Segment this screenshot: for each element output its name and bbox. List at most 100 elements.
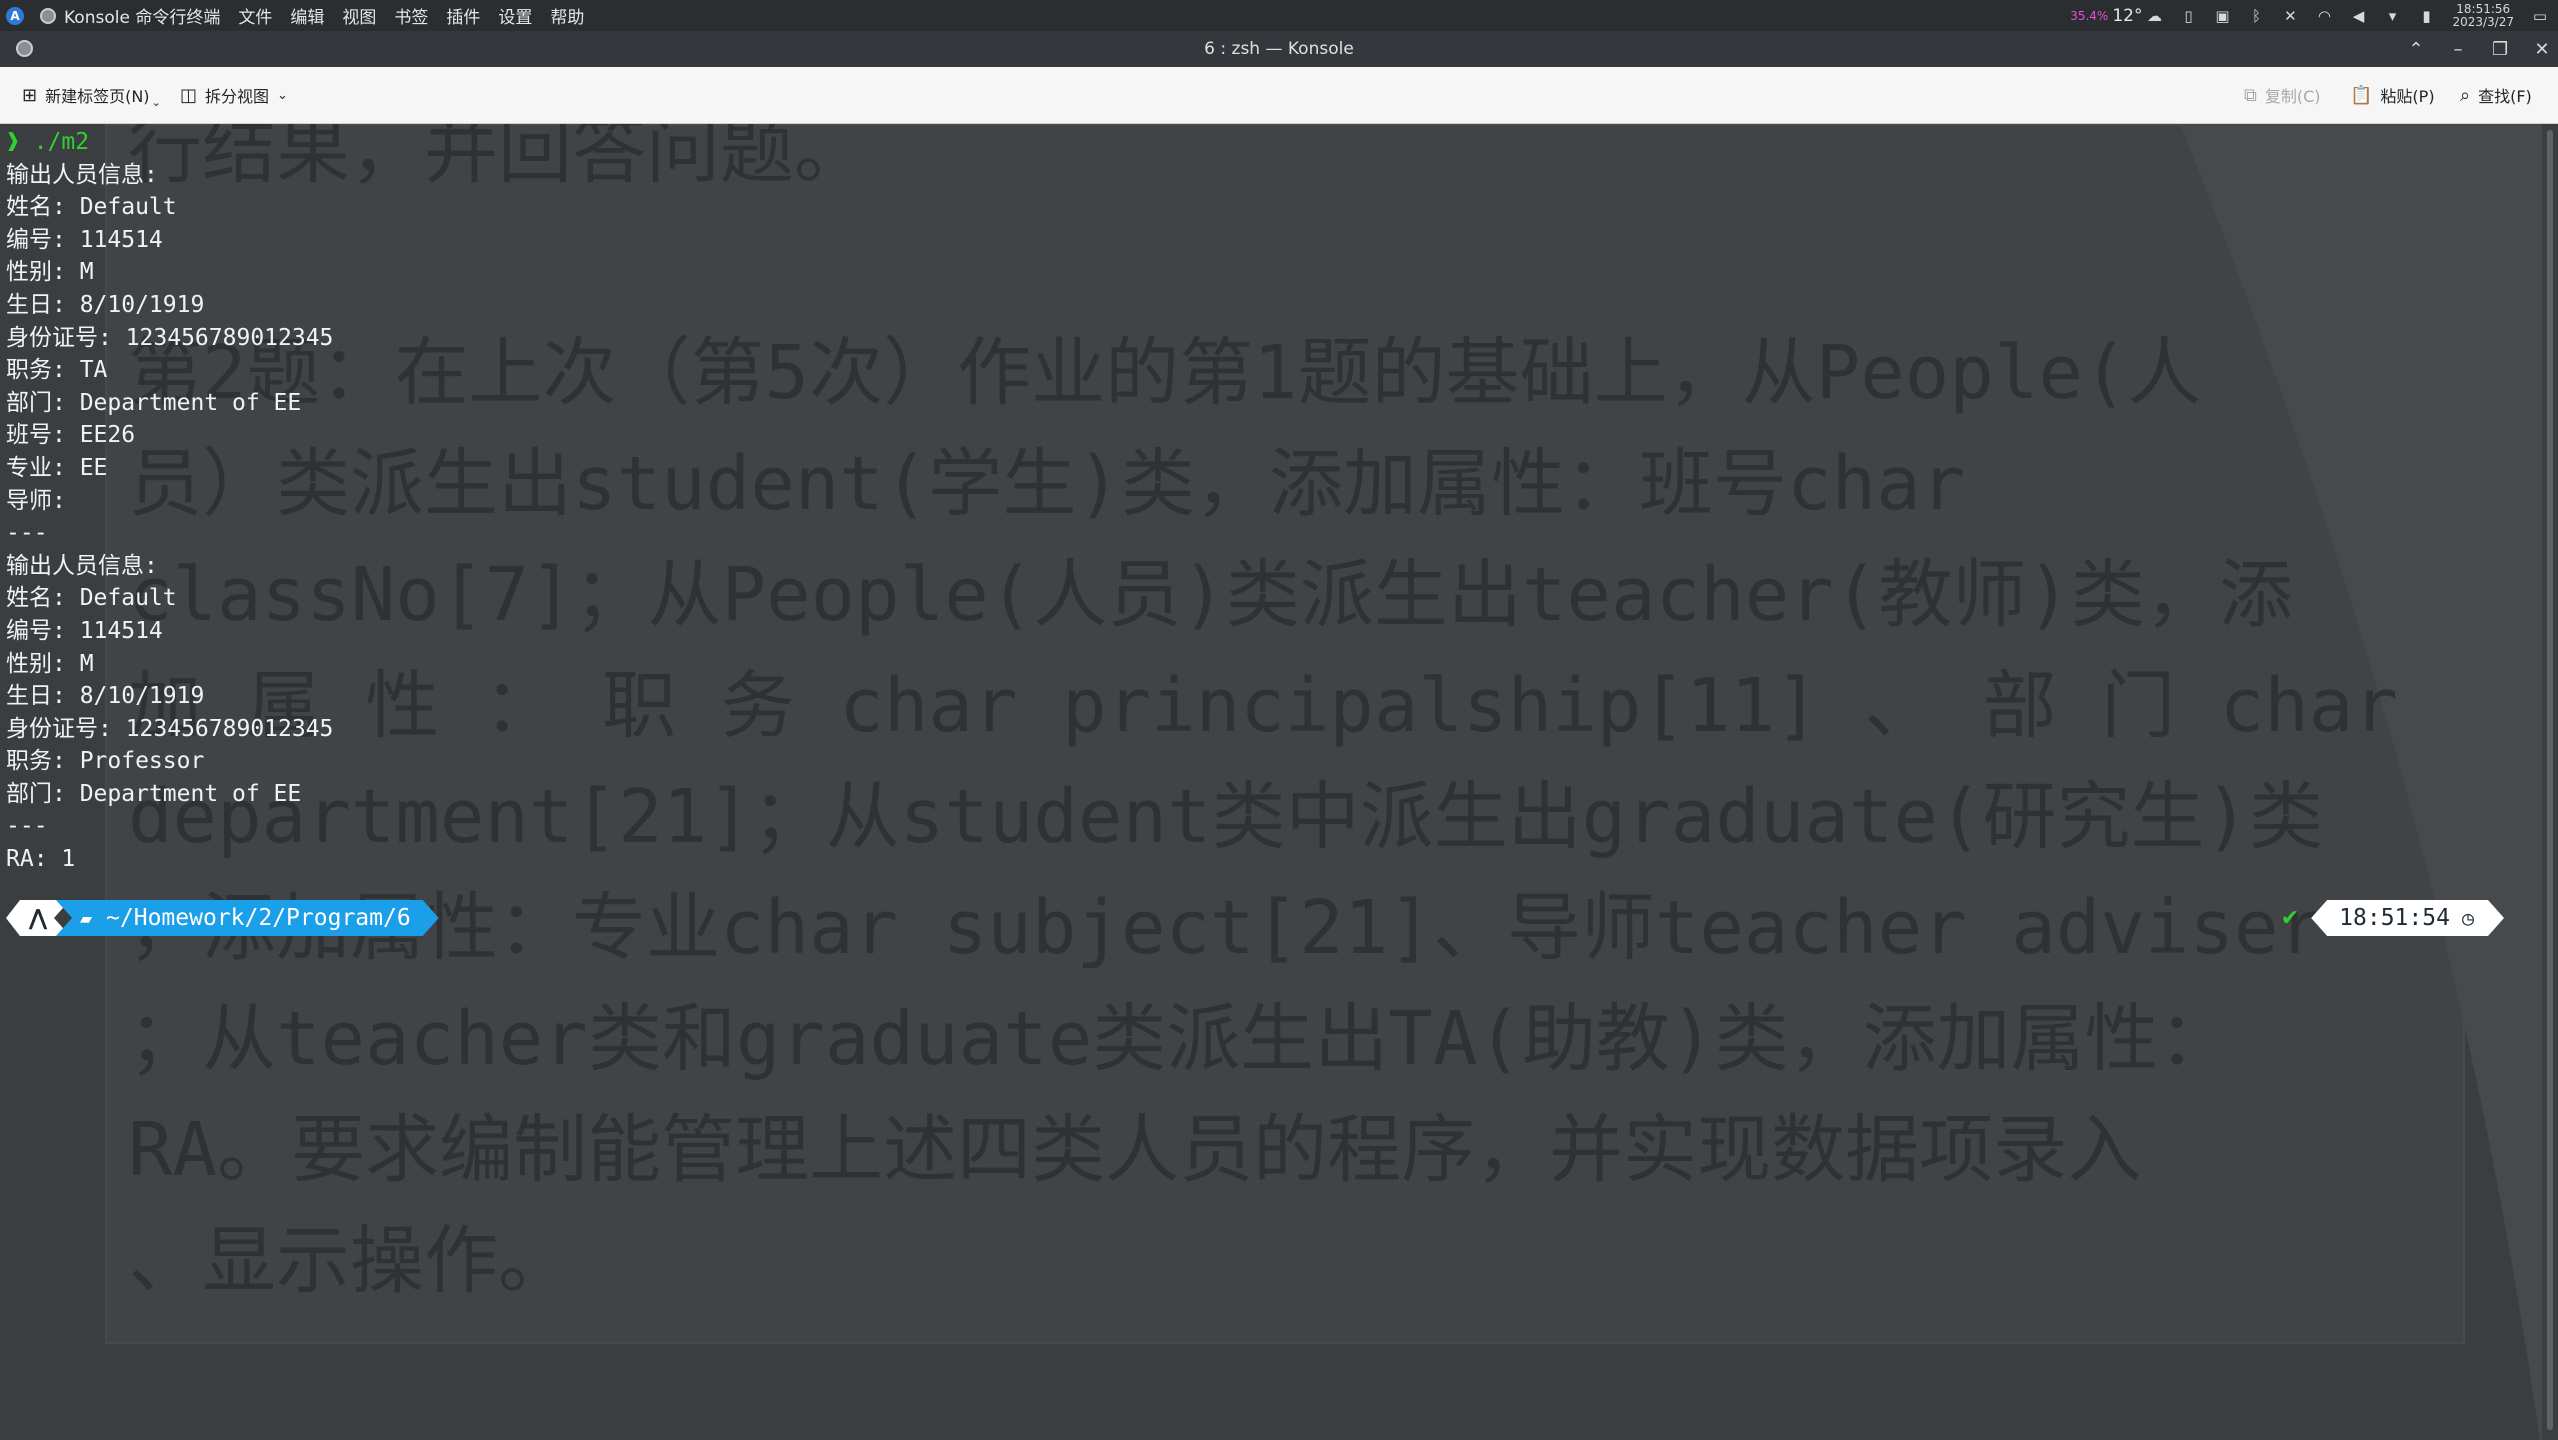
new-tab-label: 新建标签页(N) — [45, 87, 150, 106]
copy-label: 复制(C) — [2264, 87, 2321, 106]
background-text-line: RA。要求编制能管理上述四类人员的程序，并实现数据项录入 — [128, 1107, 2142, 1193]
cloud-icon: ☁ — [2146, 6, 2162, 25]
new-tab-dropdown-icon[interactable]: ⌄ — [152, 96, 161, 109]
terminal-output-line: 部门: Department of EE — [6, 389, 302, 416]
weather-percent: 35.4% — [2070, 8, 2109, 23]
paste-button[interactable]: 📋 粘贴(P) — [2350, 67, 2435, 123]
terminal-output-line: RA: 1 — [6, 846, 76, 873]
terminal-scrollbar[interactable] — [2542, 124, 2558, 1440]
terminal-output-line: 性别: M — [6, 259, 94, 286]
battery-icon[interactable]: ▮ — [2418, 8, 2434, 23]
menu-settings[interactable]: 设置 — [498, 3, 532, 28]
weather-widget[interactable]: 35.4% 12° ☁ — [2070, 6, 2162, 26]
background-text-line: ；从teacher类和graduate类派生出TA(助教)类，添加属性： — [128, 996, 2233, 1082]
clock-icon: ◷ — [2461, 906, 2474, 930]
terminal-output-line: --- — [6, 813, 48, 840]
temperature: 12° — [2112, 5, 2143, 26]
terminal-output-line: 班号: EE26 — [6, 422, 136, 449]
terminal-output-line: 身份证号: 123456789012345 — [6, 324, 334, 351]
microphone-muted-icon[interactable]: ✕ — [2282, 8, 2298, 23]
split-view-button[interactable]: ◫ 拆分视图 ⌄ — [180, 67, 288, 123]
prompt-right: ✔ 18:51:54 ◷ — [2281, 900, 2504, 936]
clock-date: 2023/3/27 — [2452, 14, 2514, 29]
clock-time: 18:51:56 — [2456, 1, 2511, 16]
copy-button[interactable]: ⧉ 复制(C) — [2244, 67, 2321, 123]
konsole-app-icon — [40, 7, 56, 24]
wifi-icon[interactable]: ◠ — [2316, 8, 2332, 23]
prompt-time: 18:51:54 ◷ — [2311, 900, 2504, 936]
split-view-icon: ◫ — [180, 84, 198, 106]
menu-file[interactable]: 文件 — [238, 3, 272, 28]
success-check-icon: ✔ — [2280, 905, 2300, 931]
scrollbar-thumb[interactable] — [2547, 130, 2553, 1430]
terminal-view[interactable]: 行结果，并回答问题。 第2题：在上次（第5次）作业的第1题的基础上，从Peopl… — [0, 124, 2542, 1440]
menu-view[interactable]: 视图 — [342, 3, 376, 28]
prompt-left: ⋀ ▰ ~/Homework/2/Program/6 — [6, 900, 439, 936]
terminal-output-line: 编号: 114514 — [6, 617, 163, 644]
terminal-output-line: 姓名: Default — [6, 585, 177, 612]
terminal-output-line: 导师: — [6, 487, 66, 514]
window-menu-icon[interactable] — [16, 40, 33, 57]
window-controls: ⌃ – ❐ ✕ — [2408, 31, 2550, 67]
find-button[interactable]: ⌕ 查找(F) — [2460, 67, 2532, 123]
window-titlebar[interactable]: 6 : zsh — Konsole ⌃ – ❐ ✕ — [0, 31, 2558, 67]
active-app-name: Konsole 命令行终端 — [64, 8, 221, 28]
background-text-line: ，添加属性：专业char subject[21]、导师teacher advis… — [128, 885, 2324, 971]
terminal-output-line: 姓名: Default — [6, 194, 177, 221]
menu-bookmarks[interactable]: 书签 — [394, 3, 428, 28]
terminal-output-line: 专业: EE — [6, 454, 108, 481]
clipboard-icon[interactable]: ▯ — [2180, 8, 2196, 23]
window-title: 6 : zsh — Konsole — [1204, 39, 1354, 59]
prompt-directory: ▰ ~/Homework/2/Program/6 — [56, 900, 439, 936]
terminal-command: ❱ ./m2 — [6, 129, 90, 155]
copy-icon: ⧉ — [2244, 84, 2257, 106]
background-text-line: 、显示操作。 — [128, 1218, 572, 1304]
folder-icon: ▰ — [80, 906, 93, 930]
new-tab-icon: ⊞ — [22, 84, 38, 106]
find-label: 查找(F) — [2478, 87, 2532, 106]
terminal-output-lines: 输出人员信息: 姓名: Default 编号: 114514 性别: M 生日:… — [6, 162, 333, 872]
terminal-output-line: 部门: Department of EE — [6, 780, 302, 807]
menu-edit[interactable]: 编辑 — [290, 3, 324, 28]
terminal-output-line: 性别: M — [6, 650, 94, 677]
paste-label: 粘贴(P) — [2380, 87, 2435, 106]
show-desktop-icon[interactable]: ▭ — [2532, 8, 2548, 23]
menu-help[interactable]: 帮助 — [550, 3, 584, 28]
display-icon[interactable]: ▣ — [2214, 8, 2230, 23]
terminal-output-line: 输出人员信息: — [6, 552, 158, 579]
terminal-output: ❱ ./m2 输出人员信息: 姓名: Default 编号: 114514 性别… — [6, 126, 333, 876]
terminal-output-line: 身份证号: 123456789012345 — [6, 715, 334, 742]
terminal-output-line: 输出人员信息: — [6, 161, 158, 188]
terminal-output-line: 职务: TA — [6, 357, 108, 384]
background-text-line — [128, 207, 2458, 318]
search-icon: ⌕ — [2460, 84, 2471, 106]
terminal-output-line: 生日: 8/10/1919 — [6, 683, 205, 710]
system-tray: 35.4% 12° ☁ ▯ ▣ ᛒ ✕ ◠ ◀ ▾ ▮ 18:51:56 202… — [2070, 0, 2548, 31]
new-tab-button[interactable]: ⊞ 新建标签页(N) ⌄ — [22, 67, 161, 123]
terminal-output-line: 生日: 8/10/1919 — [6, 291, 205, 318]
background-text-line: 行结果，并回答问题。 — [128, 124, 868, 194]
close-icon[interactable]: ✕ — [2534, 39, 2550, 60]
keep-above-icon[interactable]: ⌃ — [2408, 39, 2424, 60]
terminal-output-line: 职务: Professor — [6, 748, 205, 775]
restore-icon[interactable]: ❐ — [2492, 39, 2508, 60]
application-launcher-icon[interactable]: A — [6, 6, 24, 25]
terminal-output-line: 编号: 114514 — [6, 226, 163, 253]
split-view-label: 拆分视图 — [205, 87, 270, 106]
tray-expand-icon[interactable]: ▾ — [2384, 8, 2400, 23]
system-panel: A Konsole 命令行终端 文件 编辑 视图 书签 插件 设置 帮助 35.… — [0, 0, 2558, 31]
digital-clock[interactable]: 18:51:56 2023/3/27 — [2452, 1, 2514, 29]
volume-icon[interactable]: ◀ — [2350, 8, 2366, 23]
background-text-line: classNo[7]；从People(人员)类派生出teacher(教师)类，添 — [128, 552, 2293, 638]
background-text-line: 第2题：在上次（第5次）作业的第1题的基础上，从People(人 — [128, 330, 2202, 416]
bluetooth-icon[interactable]: ᛒ — [2248, 8, 2264, 23]
background-image-text: 行结果，并回答问题。 第2题：在上次（第5次）作业的第1题的基础上，从Peopl… — [128, 124, 2458, 1317]
split-view-dropdown-icon[interactable]: ⌄ — [277, 88, 288, 103]
paste-icon: 📋 — [2350, 84, 2373, 106]
background-text-line: 加 属 性 ： 职 务 char principalship[11] 、 部 门… — [128, 663, 2398, 749]
konsole-toolbar: ⊞ 新建标签页(N) ⌄ ◫ 拆分视图 ⌄ ⧉ 复制(C) 📋 粘贴(P) ⌕ … — [0, 67, 2558, 124]
background-text-line: department[21]；从student类中派生出graduate(研究生… — [128, 774, 2324, 860]
background-text-line: 员）类派生出student(学生)类，添加属性：班号char — [128, 441, 1966, 527]
menu-plugins[interactable]: 插件 — [446, 3, 480, 28]
minimize-icon[interactable]: – — [2450, 39, 2466, 60]
